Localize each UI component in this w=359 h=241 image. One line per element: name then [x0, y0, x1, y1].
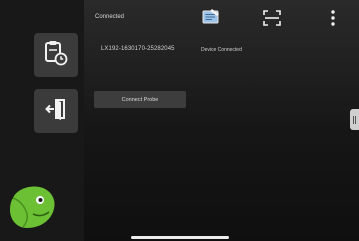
- more-vertical-icon[interactable]: [327, 8, 339, 28]
- device-id: LX192-1630170-25282045: [101, 46, 175, 52]
- history-button[interactable]: [34, 33, 78, 77]
- device-status: Device Connected: [201, 47, 242, 53]
- app-logo: [7, 184, 59, 230]
- clipboard-clock-icon: [44, 40, 68, 71]
- scan-icon[interactable]: [262, 9, 282, 27]
- home-indicator: [131, 236, 229, 239]
- exit-door-icon: [44, 97, 68, 126]
- exit-button[interactable]: [34, 89, 78, 133]
- connect-probe-button[interactable]: Connect Probe: [94, 91, 186, 108]
- drawer-handle[interactable]: [350, 109, 359, 130]
- document-edit-icon[interactable]: [200, 7, 222, 27]
- connection-status: Connected: [95, 14, 125, 20]
